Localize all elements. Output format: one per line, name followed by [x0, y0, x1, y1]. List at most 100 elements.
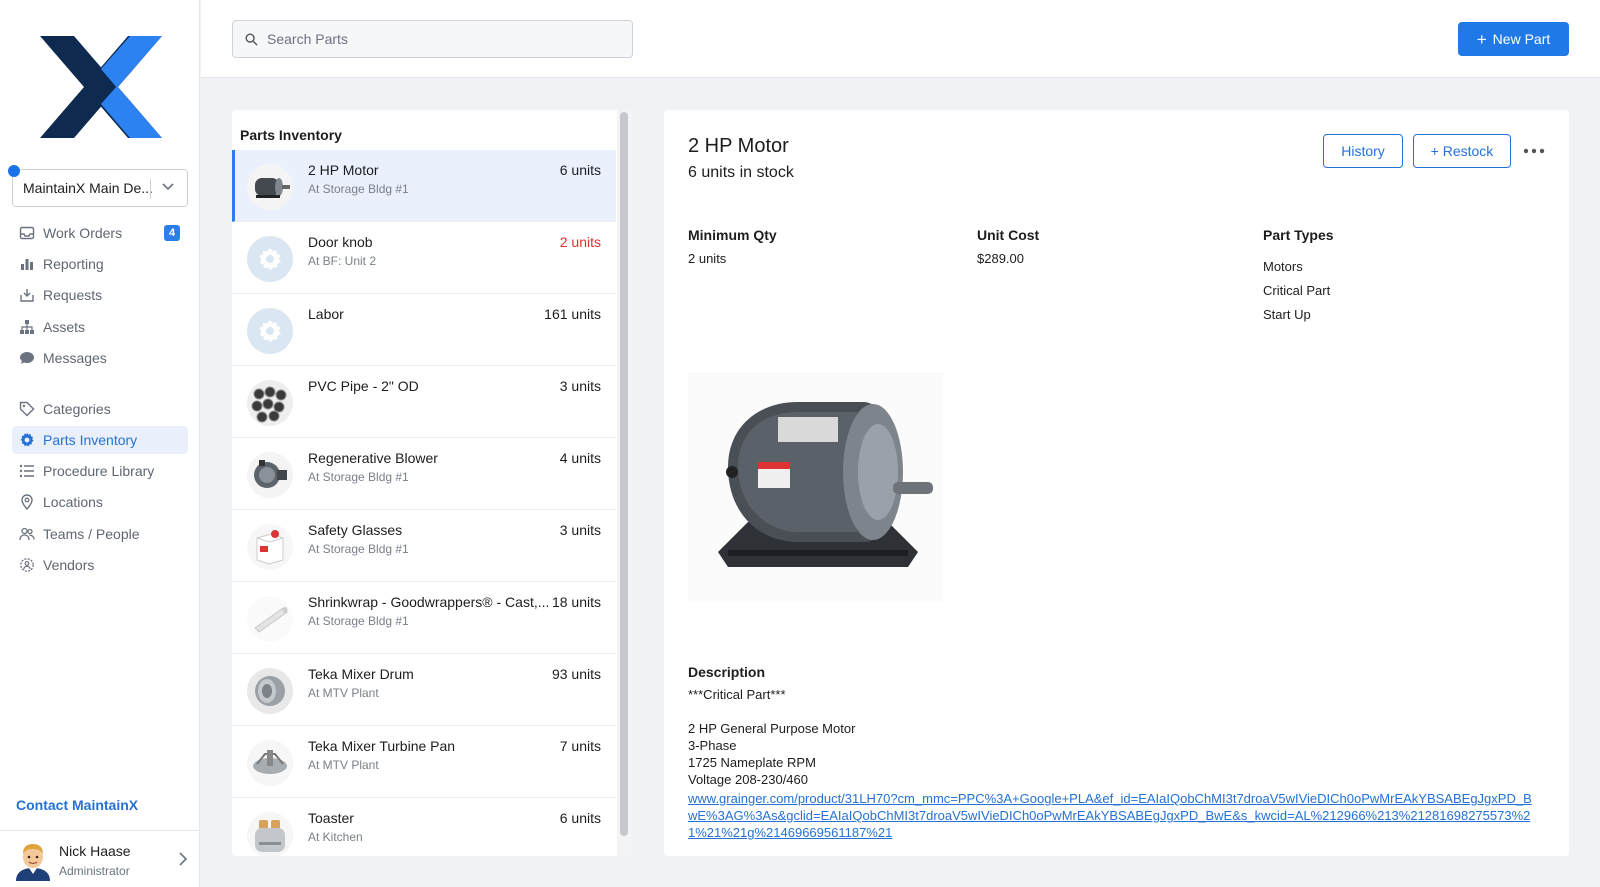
- part-quantity: 3 units: [559, 378, 601, 394]
- part-quantity: 18 units: [551, 594, 601, 610]
- nav-parts-inventory[interactable]: Parts Inventory: [12, 426, 188, 454]
- part-name: 2 HP Motor: [308, 162, 379, 178]
- part-location: At Storage Bldg #1: [308, 542, 409, 556]
- nav-vendors[interactable]: Vendors: [12, 551, 188, 579]
- user-name: Nick Haase: [59, 843, 131, 859]
- part-location: At Storage Bldg #1: [308, 470, 409, 484]
- search-input[interactable]: [267, 31, 607, 47]
- product-link[interactable]: www.grainger.com/product/31LH70?cm_mmc=P…: [688, 790, 1538, 841]
- part-name: Door knob: [308, 234, 373, 250]
- nav-messages[interactable]: Messages: [12, 344, 188, 372]
- part-name: PVC Pipe - 2" OD: [308, 378, 419, 394]
- part-name: Labor: [308, 306, 344, 322]
- part-row[interactable]: Regenerative Blower At Storage Bldg #1 4 u…: [232, 438, 616, 510]
- gear-icon: [20, 432, 34, 447]
- min-qty-label: Minimum Qty: [688, 227, 777, 243]
- part-row[interactable]: Door knob At BF: Unit 2 2 units: [232, 222, 616, 294]
- description-line: 3-Phase: [688, 738, 737, 753]
- part-name: Teka Mixer Turbine Pan: [308, 738, 456, 754]
- search-box[interactable]: [232, 20, 633, 58]
- chevron-down-icon: [162, 183, 174, 191]
- part-thumbnail: [247, 452, 293, 498]
- parts-list: 2 HP Motor At Storage Bldg #1 6 units Door …: [232, 150, 616, 856]
- scrollbar[interactable]: [620, 112, 628, 836]
- list-icon: [19, 464, 34, 478]
- unit-cost-label: Unit Cost: [977, 227, 1040, 243]
- part-quantity: 6 units: [559, 810, 601, 826]
- nav-categories[interactable]: Categories: [12, 395, 188, 423]
- part-thumbnail: [247, 380, 293, 426]
- nav-work-orders[interactable]: Work Orders 4: [12, 219, 188, 247]
- part-row[interactable]: PVC Pipe - 2" OD 3 units: [232, 366, 616, 438]
- part-name: Safety Glasses: [308, 522, 403, 538]
- parts-list-panel: Parts Inventory 2 HP Motor At Storage Bld…: [232, 110, 632, 856]
- part-thumbnail: [247, 164, 293, 210]
- nav-locations[interactable]: Locations: [12, 488, 188, 516]
- min-qty-value: 2 units: [688, 251, 727, 266]
- part-thumbnail: [247, 740, 293, 786]
- part-location: At Storage Bldg #1: [308, 614, 409, 628]
- sidebar: MaintainX Main De... Work Orders 4 Repor…: [0, 0, 200, 887]
- hierarchy-icon: [20, 320, 34, 334]
- part-thumbnail: [247, 812, 293, 856]
- description-line: 1725 Nameplate RPM: [688, 755, 816, 770]
- new-part-button[interactable]: + New Part: [1458, 22, 1569, 56]
- tray-icon: [20, 289, 34, 302]
- user-role: Administrator: [59, 864, 130, 878]
- part-image[interactable]: [688, 372, 943, 602]
- part-row[interactable]: Toaster At Kitchen 6 units: [232, 798, 616, 856]
- nav-reporting[interactable]: Reporting: [12, 250, 188, 278]
- part-name: Teka Mixer Drum: [308, 666, 414, 682]
- inbox-icon: [19, 226, 35, 240]
- part-row[interactable]: 2 HP Motor At Storage Bldg #1 6 units: [232, 150, 616, 222]
- contact-link[interactable]: Contact MaintainX: [16, 797, 138, 813]
- part-type-item: Motors: [1263, 259, 1303, 274]
- description-label: Description: [688, 664, 766, 680]
- description-line: 2 HP General Purpose Motor: [688, 721, 856, 736]
- user-profile[interactable]: Nick Haase Administrator: [0, 830, 200, 887]
- part-types-label: Part Types: [1263, 227, 1334, 243]
- part-thumbnail: [247, 596, 293, 642]
- pin-icon: [21, 494, 33, 510]
- maintainx-logo[interactable]: [40, 36, 162, 138]
- tag-icon: [19, 401, 35, 417]
- vendor-icon: [20, 558, 34, 572]
- history-button[interactable]: History: [1323, 134, 1403, 168]
- part-row[interactable]: Shrinkwrap - Goodwrappers® - Cast,... At …: [232, 582, 616, 654]
- avatar: [16, 844, 50, 881]
- part-name: Regenerative Blower: [308, 450, 438, 466]
- part-location: At Kitchen: [308, 830, 363, 844]
- description-line: ***Critical Part***: [688, 687, 786, 702]
- part-thumbnail: [247, 668, 293, 714]
- part-row[interactable]: Teka Mixer Turbine Pan At MTV Plant 7 unit…: [232, 726, 616, 798]
- part-title: 2 HP Motor: [688, 135, 789, 157]
- part-thumbnail: [247, 524, 293, 570]
- more-options-icon[interactable]: [1523, 148, 1545, 154]
- plus-icon: +: [1476, 29, 1487, 49]
- unit-cost-value: $289.00: [977, 251, 1024, 266]
- organization-name: MaintainX Main De...: [23, 180, 153, 196]
- part-row[interactable]: Teka Mixer Drum At MTV Plant 93 units: [232, 654, 616, 726]
- nav-procedure-library[interactable]: Procedure Library: [12, 457, 188, 485]
- nav-teams-people[interactable]: Teams / People: [12, 520, 188, 548]
- part-quantity: 161 units: [544, 306, 601, 322]
- notification-dot: [8, 165, 20, 177]
- part-location: At BF: Unit 2: [308, 254, 377, 268]
- organization-select[interactable]: MaintainX Main De...: [8, 165, 188, 207]
- nav-requests[interactable]: Requests: [12, 281, 188, 309]
- part-stock: 6 units in stock: [688, 164, 794, 181]
- part-thumbnail: [247, 308, 293, 354]
- part-row[interactable]: Safety Glasses At Storage Bldg #1 3 units: [232, 510, 616, 582]
- part-row[interactable]: Labor 161 units: [232, 294, 616, 366]
- part-location: At Storage Bldg #1: [308, 182, 409, 196]
- restock-button[interactable]: + Restock: [1413, 134, 1511, 168]
- part-quantity: 3 units: [559, 522, 601, 538]
- part-type-item: Start Up: [1263, 307, 1311, 322]
- description-line: Voltage 208-230/460: [688, 772, 808, 787]
- nav-assets[interactable]: Assets: [12, 313, 188, 341]
- top-bar: + New Part: [201, 0, 1600, 78]
- work-orders-badge: 4: [164, 225, 180, 241]
- part-name: Toaster: [308, 810, 354, 826]
- part-quantity: 93 units: [551, 666, 601, 682]
- part-quantity: 6 units: [559, 162, 601, 178]
